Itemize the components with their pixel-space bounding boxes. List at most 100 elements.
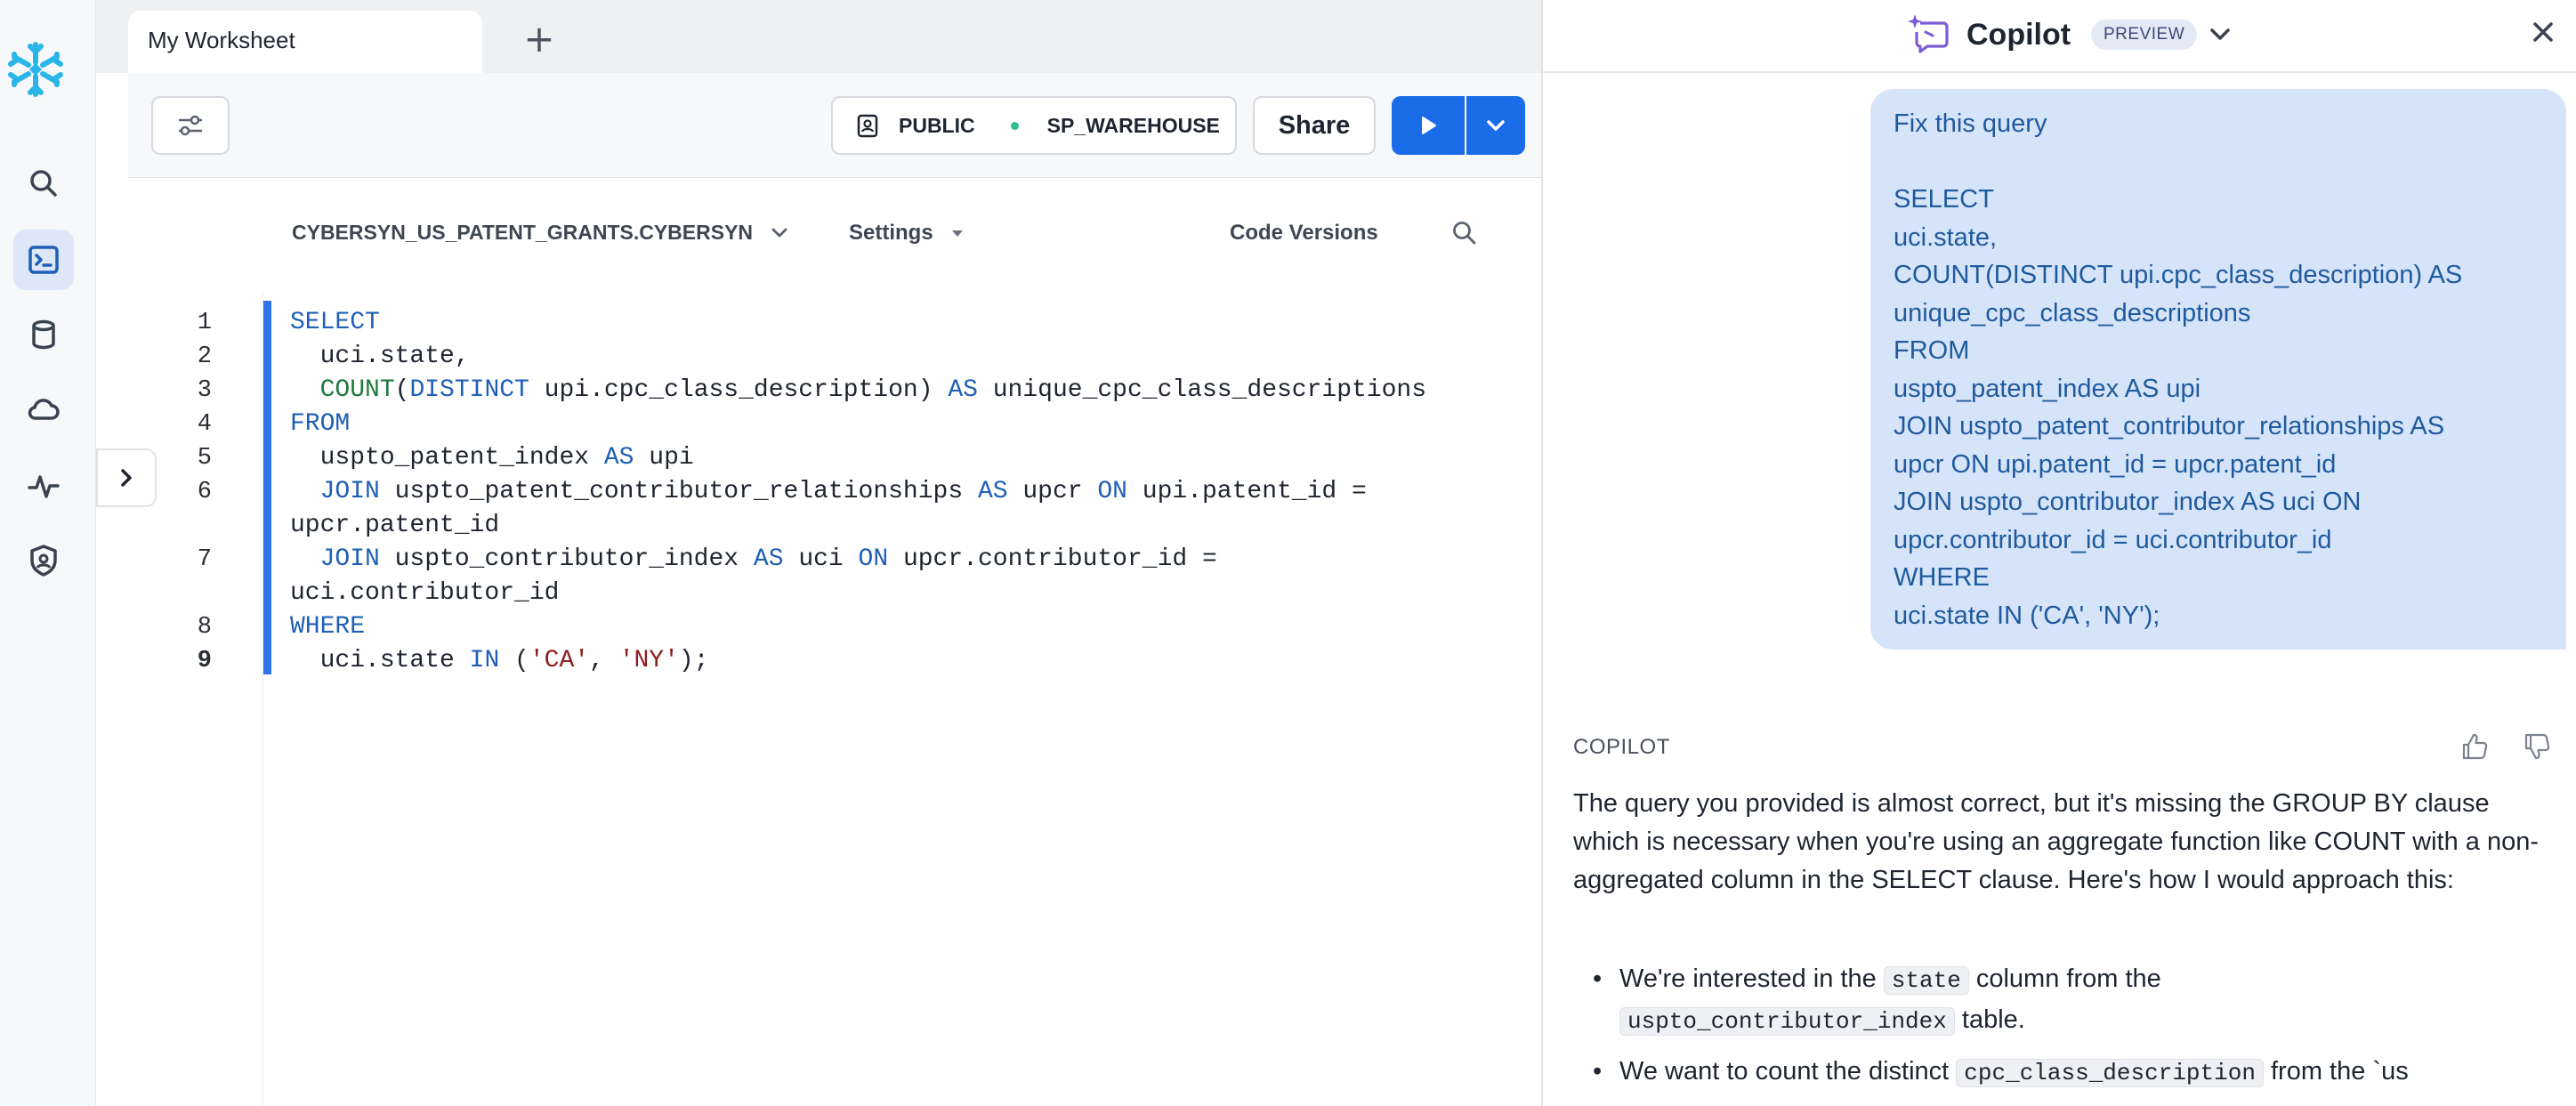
add-tab-button[interactable]: + xyxy=(520,20,559,61)
code-token: , xyxy=(589,647,619,674)
code-text: uspto_patent_index AS upi xyxy=(290,441,694,475)
snowflake-logo-icon[interactable] xyxy=(5,39,66,100)
code-text: WHERE xyxy=(290,610,365,644)
code-token: ( xyxy=(499,647,529,674)
worksheet-toolbar: PUBLIC SP_WAREHOUSE Share xyxy=(128,73,1541,178)
line-number: 2 xyxy=(197,343,212,370)
inline-code: uspto_contributor_index xyxy=(1619,1007,1955,1036)
code-token: upcr.patent_id xyxy=(290,512,500,539)
code-token: unique_cpc_class_descriptions xyxy=(977,376,1427,404)
monitoring-nav-button[interactable] xyxy=(13,456,74,516)
code-versions-button[interactable]: Code Versions xyxy=(1230,221,1378,246)
admin-nav-button[interactable] xyxy=(13,530,74,591)
line-number: 8 xyxy=(197,614,212,641)
code-text: SELECT xyxy=(290,306,380,340)
preview-badge: PREVIEW xyxy=(2091,20,2198,50)
code-token-str: 'NY' xyxy=(618,647,679,674)
bullet-text: We want to count the distinct xyxy=(1619,1057,1957,1086)
code-token-fn: COUNT xyxy=(319,376,395,404)
code-token-kw: ON xyxy=(1097,478,1127,505)
code-text: uci.state, xyxy=(290,340,470,374)
sql-code-editor[interactable]: 1 SELECT 2 uci.state, 3 COUNT(DISTINCT upi.… xyxy=(198,292,1541,1106)
chevron-down-icon[interactable] xyxy=(2205,20,2235,50)
role-warehouse-selector[interactable]: PUBLIC SP_WAREHOUSE xyxy=(831,96,1237,155)
line-number: 9 xyxy=(197,648,212,674)
list-item: We want to count the distinct cpc_class_… xyxy=(1573,1052,2561,1093)
caret-down-icon xyxy=(951,230,963,237)
code-token: uci.state, xyxy=(290,343,470,370)
code-token-kw: JOIN xyxy=(319,545,380,573)
search-icon[interactable] xyxy=(1449,217,1481,249)
line-number: 1 xyxy=(197,310,212,336)
code-token: upcr xyxy=(1007,478,1098,505)
code-token-kw: AS xyxy=(753,545,784,573)
database-icon xyxy=(32,319,55,350)
bullet-text: column from the xyxy=(1968,965,2161,993)
worksheet-tab-bar: My Worksheet + xyxy=(96,0,1541,73)
inline-code: cpc_class_description xyxy=(1956,1059,2264,1087)
run-options-button[interactable] xyxy=(1466,96,1525,155)
code-token: uspto_contributor_index xyxy=(379,545,754,573)
run-button[interactable] xyxy=(1392,96,1465,155)
chevron-right-icon xyxy=(121,469,132,487)
code-token-kw: DISTINCT xyxy=(409,376,529,404)
code-token: uspto_patent_index xyxy=(290,444,604,472)
data-products-nav-button[interactable] xyxy=(13,379,74,440)
bullet-text: from the `us xyxy=(2263,1057,2409,1086)
user-message-bubble: Fix this query SELECT uci.state, COUNT(D… xyxy=(1870,89,2566,650)
chevron-down-icon xyxy=(1487,120,1505,131)
worksheet-tab-label: My Worksheet xyxy=(148,27,295,53)
line-number: 4 xyxy=(197,411,212,438)
data-nav-button[interactable] xyxy=(13,304,74,365)
copilot-header: Copilot PREVIEW xyxy=(1543,0,2576,73)
close-icon[interactable] xyxy=(2527,16,2559,48)
code-text: uci.contributor_id xyxy=(290,577,559,610)
left-nav-rail xyxy=(0,0,96,1106)
filters-button[interactable] xyxy=(151,96,230,155)
code-text: FROM xyxy=(290,408,350,441)
search-nav-button[interactable] xyxy=(13,153,74,214)
bullet-text: We're interested in the xyxy=(1619,965,1884,993)
line-number: 7 xyxy=(197,546,212,573)
bullet-text: table. xyxy=(1954,1005,2025,1034)
code-text: JOIN uspto_patent_contributor_relationsh… xyxy=(290,475,1367,509)
code-text: upcr.patent_id xyxy=(290,509,499,543)
thumbs-up-icon[interactable] xyxy=(2459,731,2490,762)
assistant-label: COPILOT xyxy=(1573,735,1670,759)
warehouse-label: SP_WAREHOUSE xyxy=(1046,113,1220,137)
share-button[interactable]: Share xyxy=(1253,96,1376,155)
code-token-str: 'CA' xyxy=(529,647,590,674)
assistant-answer-text: The query you provided is almost correct… xyxy=(1573,789,2540,894)
code-token: upi.cpc_class_description) xyxy=(529,376,949,404)
code-token-kw: FROM xyxy=(290,410,351,438)
code-token-kw: SELECT xyxy=(290,309,380,336)
code-token-kw: WHERE xyxy=(290,613,366,641)
copilot-panel: Copilot PREVIEW Fix this query SELECT uc… xyxy=(1541,0,2576,1106)
database-schema-selector[interactable]: CYBERSYN_US_PATENT_GRANTS.CYBERSYN xyxy=(292,221,790,245)
settings-label: Settings xyxy=(849,221,933,245)
worksheets-nav-button[interactable] xyxy=(13,230,74,290)
code-token: upi.patent_id = xyxy=(1126,478,1367,505)
worksheet-area: My Worksheet + PUBLIC SP_WAREHOUSE Share xyxy=(96,0,1541,1106)
shield-icon xyxy=(30,545,57,577)
code-token-kw: AS xyxy=(948,376,978,404)
code-token: upcr.contributor_id = xyxy=(888,545,1217,573)
inline-code: state xyxy=(1883,966,1969,995)
activity-icon xyxy=(28,475,60,498)
thumbs-down-icon[interactable] xyxy=(2522,731,2552,762)
code-text: uci.state IN ('CA', 'NY'); xyxy=(290,644,709,678)
warehouse-status-dot xyxy=(1010,121,1019,130)
code-token-kw: ON xyxy=(858,545,889,573)
search-icon xyxy=(30,170,57,197)
code-text: JOIN uspto_contributor_index AS uci ON u… xyxy=(290,543,1217,577)
code-text: COUNT(DISTINCT upi.cpc_class_description… xyxy=(290,374,1426,408)
expand-sidebar-button[interactable] xyxy=(96,448,157,507)
copilot-title: Copilot xyxy=(1966,18,2071,52)
settings-dropdown[interactable]: Settings xyxy=(849,221,965,246)
active-statement-bar xyxy=(263,301,271,674)
role-label: PUBLIC xyxy=(899,113,975,137)
worksheet-tab[interactable]: My Worksheet xyxy=(128,11,482,73)
